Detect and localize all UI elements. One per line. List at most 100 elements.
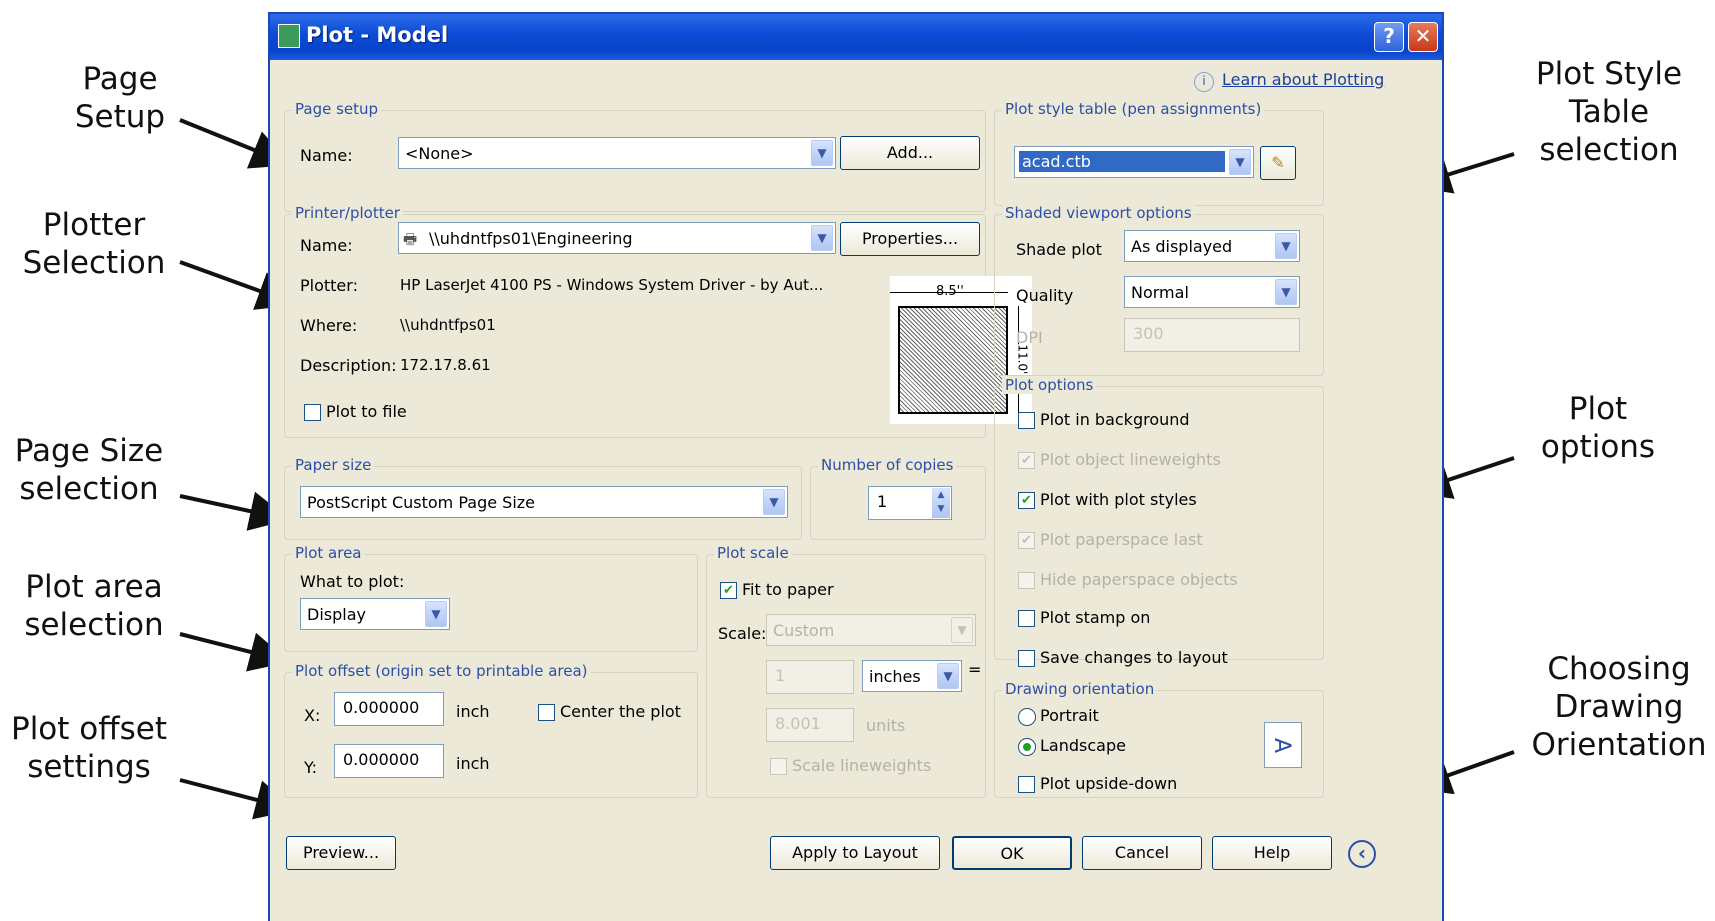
scale-select[interactable]: Custom ▼	[766, 614, 976, 646]
shade-plot-select[interactable]: As displayed ▼	[1124, 230, 1300, 262]
chevron-down-icon: ▼	[951, 617, 973, 643]
plot-with-plot-styles-label: Plot with plot styles	[1040, 490, 1197, 509]
plot-in-background-checkbox[interactable]	[1018, 412, 1035, 429]
pencil-icon: ✎	[1271, 153, 1285, 172]
shade-plot-label: Shade plot	[1016, 240, 1102, 259]
center-plot-label: Center the plot	[560, 702, 681, 721]
scale-units-input-2[interactable]: 8.001	[766, 708, 854, 742]
collapse-icon[interactable]: ‹	[1348, 840, 1376, 868]
plot-area-label: Plot area	[292, 544, 365, 562]
y-label: Y:	[304, 758, 318, 777]
plot-style-table-select[interactable]: acad.ctb ▼	[1014, 146, 1254, 178]
chevron-down-icon: ▼	[811, 140, 833, 166]
paper-size-label: Paper size	[292, 456, 375, 474]
what-to-plot-label: What to plot:	[300, 572, 405, 591]
learn-about-plotting-link[interactable]: Learn about Plotting	[1222, 70, 1384, 89]
title-bar[interactable]: Plot - Model ? ✕	[270, 14, 1442, 60]
scale-units-input-1[interactable]: 1	[766, 660, 854, 694]
width-dimension-line	[890, 292, 1008, 293]
plot-options-label: Plot options	[1002, 376, 1097, 394]
center-plot-checkbox[interactable]	[538, 704, 555, 721]
plot-upside-down-checkbox[interactable]	[1018, 776, 1035, 793]
copies-label: Number of copies	[818, 456, 957, 474]
info-icon: i	[1194, 72, 1214, 92]
page-setup-label: Page setup	[292, 100, 382, 118]
plotter-value: HP LaserJet 4100 PS - Windows System Dri…	[400, 276, 824, 294]
shaded-viewport-label: Shaded viewport options	[1002, 204, 1195, 222]
page-setup-name-label: Name:	[300, 146, 353, 165]
printer-plotter-label: Printer/plotter	[292, 204, 403, 222]
save-changes-label: Save changes to layout	[1040, 648, 1228, 667]
chevron-down-icon: ▼	[937, 663, 959, 689]
units-label: units	[866, 716, 906, 735]
edit-plot-style-button[interactable]: ✎	[1260, 146, 1296, 180]
plot-stamp-on-label: Plot stamp on	[1040, 608, 1151, 627]
paper-size-select[interactable]: PostScript Custom Page Size ▼	[300, 486, 788, 518]
where-label: Where:	[300, 316, 358, 335]
plot-paperspace-last-checkbox[interactable]: ✔	[1018, 532, 1035, 549]
hide-paperspace-objects-label: Hide paperspace objects	[1040, 570, 1238, 589]
preview-button[interactable]: Preview...	[286, 836, 396, 870]
app-icon	[278, 24, 300, 48]
plot-in-background-label: Plot in background	[1040, 410, 1190, 429]
equals-label: =	[968, 660, 982, 679]
arrow-plot-area	[179, 632, 290, 672]
where-value: \\uhdntfps01	[400, 316, 496, 334]
plot-stamp-on-checkbox[interactable]	[1018, 610, 1035, 627]
save-changes-checkbox[interactable]	[1018, 650, 1035, 667]
plotter-label: Plotter:	[300, 276, 358, 295]
description-label: Description:	[300, 356, 397, 375]
printer-name-label: Name:	[300, 236, 353, 255]
properties-button[interactable]: Properties...	[840, 222, 980, 256]
landscape-label: Landscape	[1040, 736, 1126, 755]
ok-button[interactable]: OK	[952, 836, 1072, 870]
help-title-button[interactable]: ?	[1374, 22, 1404, 52]
cancel-button[interactable]: Cancel	[1082, 836, 1202, 870]
chevron-down-icon: ▼	[1229, 149, 1251, 175]
scale-lineweights-checkbox[interactable]	[770, 758, 787, 775]
chevron-down-icon: ▼	[1275, 233, 1297, 259]
close-icon[interactable]: ✕	[1408, 22, 1438, 52]
help-button[interactable]: Help	[1212, 836, 1332, 870]
quality-select[interactable]: Normal ▼	[1124, 276, 1300, 308]
chevron-down-icon: ▼	[425, 601, 447, 627]
chevron-down-icon: ▼	[763, 489, 785, 515]
apply-to-layout-button[interactable]: Apply to Layout	[770, 836, 940, 870]
plot-upside-down-label: Plot upside-down	[1040, 774, 1178, 793]
plot-to-file-checkbox[interactable]	[304, 404, 321, 421]
x-offset-input[interactable]: 0.000000	[334, 692, 444, 726]
description-value: 172.17.8.61	[400, 356, 491, 374]
plot-to-file-label: Plot to file	[326, 402, 407, 421]
landscape-radio[interactable]	[1018, 738, 1036, 756]
what-to-plot-select[interactable]: Display ▼	[300, 598, 450, 630]
dpi-label: DPI	[1016, 328, 1043, 347]
paper-hatch	[898, 306, 1008, 414]
printer-icon: 🖶	[403, 230, 418, 248]
plot-scale-label: Plot scale	[714, 544, 792, 562]
printer-name-select[interactable]: 🖶 \\uhdntfps01\Engineering ▼	[398, 222, 836, 254]
copies-spinner[interactable]: ▲ ▼	[932, 488, 950, 518]
plot-paperspace-last-label: Plot paperspace last	[1040, 530, 1203, 549]
scale-label: Scale:	[718, 624, 767, 643]
y-offset-input[interactable]: 0.000000	[334, 744, 444, 778]
dialog-title: Plot - Model	[306, 23, 449, 47]
plot-dialog: Plot - Model ? ✕ i Learn about Plotting …	[268, 12, 1444, 921]
hide-paperspace-objects-checkbox[interactable]	[1018, 572, 1035, 589]
x-label: X:	[304, 706, 321, 725]
page-setup-name-select[interactable]: <None> ▼	[398, 137, 836, 169]
dpi-input[interactable]: 300	[1124, 318, 1300, 352]
arrow-page-size	[179, 491, 290, 531]
plot-with-plot-styles-checkbox[interactable]: ✔	[1018, 492, 1035, 509]
fit-to-paper-checkbox[interactable]: ✔	[720, 582, 737, 599]
plot-object-lineweights-label: Plot object lineweights	[1040, 450, 1221, 469]
units-select[interactable]: inches ▼	[862, 660, 962, 692]
chevron-down-icon: ▼	[811, 225, 833, 251]
plot-object-lineweights-checkbox[interactable]: ✔	[1018, 452, 1035, 469]
plot-style-table-label: Plot style table (pen assignments)	[1002, 100, 1265, 118]
fit-to-paper-label: Fit to paper	[742, 580, 834, 599]
add-button[interactable]: Add...	[840, 136, 980, 170]
y-unit-label: inch	[456, 754, 490, 773]
portrait-radio[interactable]	[1018, 708, 1036, 726]
drawing-orientation-label: Drawing orientation	[1002, 680, 1158, 698]
plot-offset-group	[284, 672, 698, 798]
